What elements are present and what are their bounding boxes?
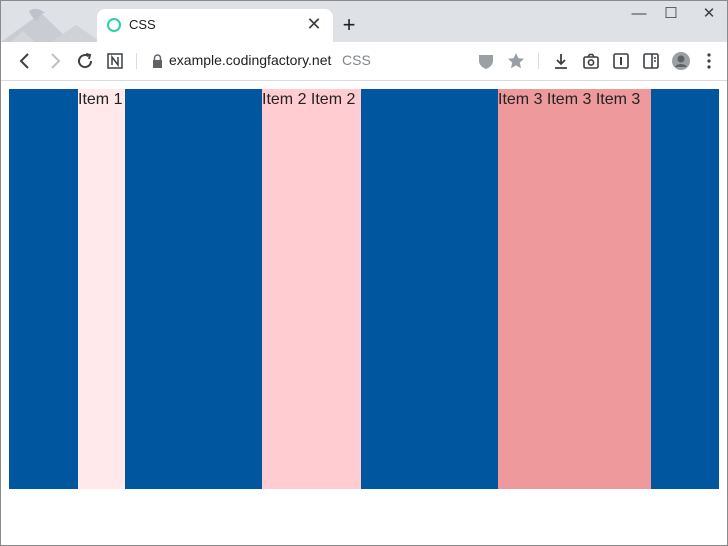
browser-toolbar: example.codingfactory.net CSS [1, 42, 727, 81]
sidebar-icon[interactable] [639, 49, 663, 73]
notion-icon[interactable] [103, 49, 127, 73]
title-bar: CSS ✕ + — ☐ ✕ [1, 1, 727, 42]
tab-title: CSS [129, 17, 156, 32]
browser-window: CSS ✕ + — ☐ ✕ example.codingfactory.net … [0, 0, 728, 546]
download-icon[interactable] [549, 49, 573, 73]
reload-icon[interactable] [73, 49, 97, 73]
minimize-button[interactable]: — [625, 4, 653, 24]
close-window-button[interactable]: ✕ [695, 4, 723, 24]
flex-item-3: Item 3 Item 3 Item 3 [498, 89, 651, 489]
page-viewport: Item 1 Item 2 Item 2 Item 3 Item 3 Item … [1, 81, 727, 545]
flex-container: Item 1 Item 2 Item 2 Item 3 Item 3 Item … [9, 89, 719, 489]
reader-icon[interactable] [609, 49, 633, 73]
new-tab-button[interactable]: + [337, 13, 361, 37]
toolbar-divider [136, 53, 137, 69]
back-icon[interactable] [13, 49, 37, 73]
tab-css[interactable]: CSS ✕ [97, 9, 333, 42]
maximize-button[interactable]: ☐ [657, 4, 685, 24]
url-domain[interactable]: example.codingfactory.net [169, 52, 331, 68]
menu-icon[interactable] [697, 49, 721, 73]
flex-item-2: Item 2 Item 2 [262, 89, 361, 489]
camera-icon[interactable] [579, 49, 603, 73]
avatar[interactable] [669, 49, 693, 73]
star-icon[interactable] [504, 49, 528, 73]
theme-decoration [1, 8, 101, 42]
lock-icon[interactable] [145, 49, 169, 73]
close-tab-icon[interactable]: ✕ [303, 13, 325, 35]
toolbar-divider [538, 53, 539, 69]
shield-icon[interactable] [474, 49, 498, 73]
url-page-title: CSS [342, 52, 371, 68]
flex-item-1: Item 1 [78, 89, 125, 489]
forward-icon[interactable] [43, 49, 67, 73]
favicon-icon [107, 18, 121, 32]
